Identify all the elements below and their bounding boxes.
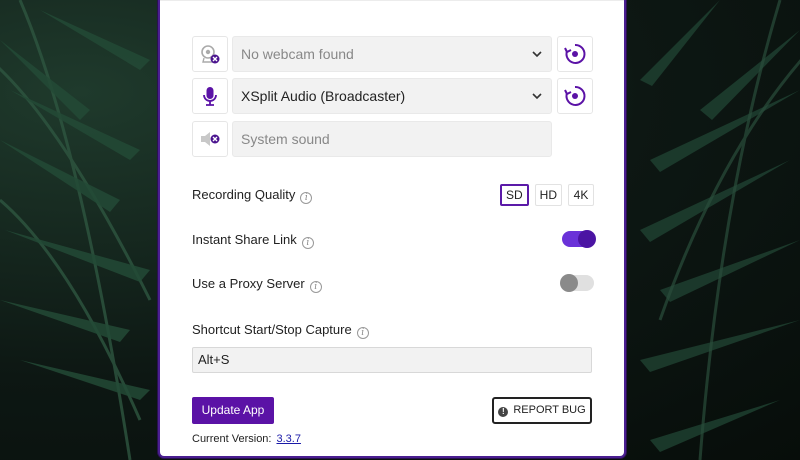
version-label: Current Version: (192, 433, 272, 445)
report-bug-button[interactable]: ! REPORT BUG (492, 397, 592, 424)
shortcut-input[interactable]: Alt+S (192, 347, 592, 373)
quality-options: SD HD 4K (499, 184, 594, 206)
update-app-button[interactable]: Update App (192, 397, 274, 424)
version-link[interactable]: 3.3.7 (276, 433, 300, 445)
toggle-knob (560, 274, 578, 292)
microphone-icon (192, 78, 228, 114)
webcam-select[interactable]: No webcam found (232, 36, 552, 72)
system-sound-field[interactable]: System sound (232, 121, 552, 157)
top-divider (160, 0, 624, 1)
system-sound-row: System sound (192, 121, 594, 157)
report-bug-label: REPORT BUG (513, 404, 586, 416)
webcam-off-icon (192, 36, 228, 72)
info-icon[interactable]: i (356, 327, 369, 339)
refresh-icon (564, 85, 586, 106)
quality-sd-button[interactable]: SD (499, 184, 529, 206)
webcam-row: No webcam found (192, 36, 594, 72)
recording-quality-row: Recording Quality i SD HD 4K (192, 184, 594, 206)
settings-panel: No webcam found XSplit Audio (Broadcaste… (158, 0, 626, 458)
proxy-label: Use a Proxy Server i (192, 276, 322, 293)
toggle-knob (578, 230, 596, 248)
system-sound-value: System sound (241, 131, 330, 147)
alert-icon: ! (498, 407, 509, 417)
chevron-down-icon (532, 51, 542, 58)
microphone-row: XSplit Audio (Broadcaster) (192, 78, 594, 114)
shortcut-label: Shortcut Start/Stop Capture i (192, 322, 369, 339)
shortcut-row: Shortcut Start/Stop Capture i (192, 319, 594, 341)
microphone-select[interactable]: XSplit Audio (Broadcaster) (232, 78, 552, 114)
quality-hd-button[interactable]: HD (534, 184, 562, 206)
recording-quality-label: Recording Quality i (192, 187, 313, 204)
current-version: Current Version: 3.3.7 (192, 433, 301, 445)
instant-share-toggle[interactable] (562, 230, 596, 248)
speaker-muted-icon[interactable] (192, 121, 228, 157)
webcam-select-value: No webcam found (241, 46, 354, 62)
info-icon[interactable]: i (300, 192, 313, 204)
refresh-microphone-button[interactable] (557, 78, 593, 114)
instant-share-row: Instant Share Link i (192, 229, 596, 251)
chevron-down-icon (532, 93, 542, 100)
refresh-webcam-button[interactable] (557, 36, 593, 72)
info-icon[interactable]: i (309, 281, 322, 293)
instant-share-label: Instant Share Link i (192, 232, 314, 249)
proxy-row: Use a Proxy Server i (192, 273, 594, 295)
quality-4k-button[interactable]: 4K (568, 184, 594, 206)
microphone-select-value: XSplit Audio (Broadcaster) (241, 88, 406, 104)
proxy-toggle[interactable] (560, 274, 594, 292)
refresh-icon (564, 43, 586, 64)
info-icon[interactable]: i (301, 237, 314, 249)
